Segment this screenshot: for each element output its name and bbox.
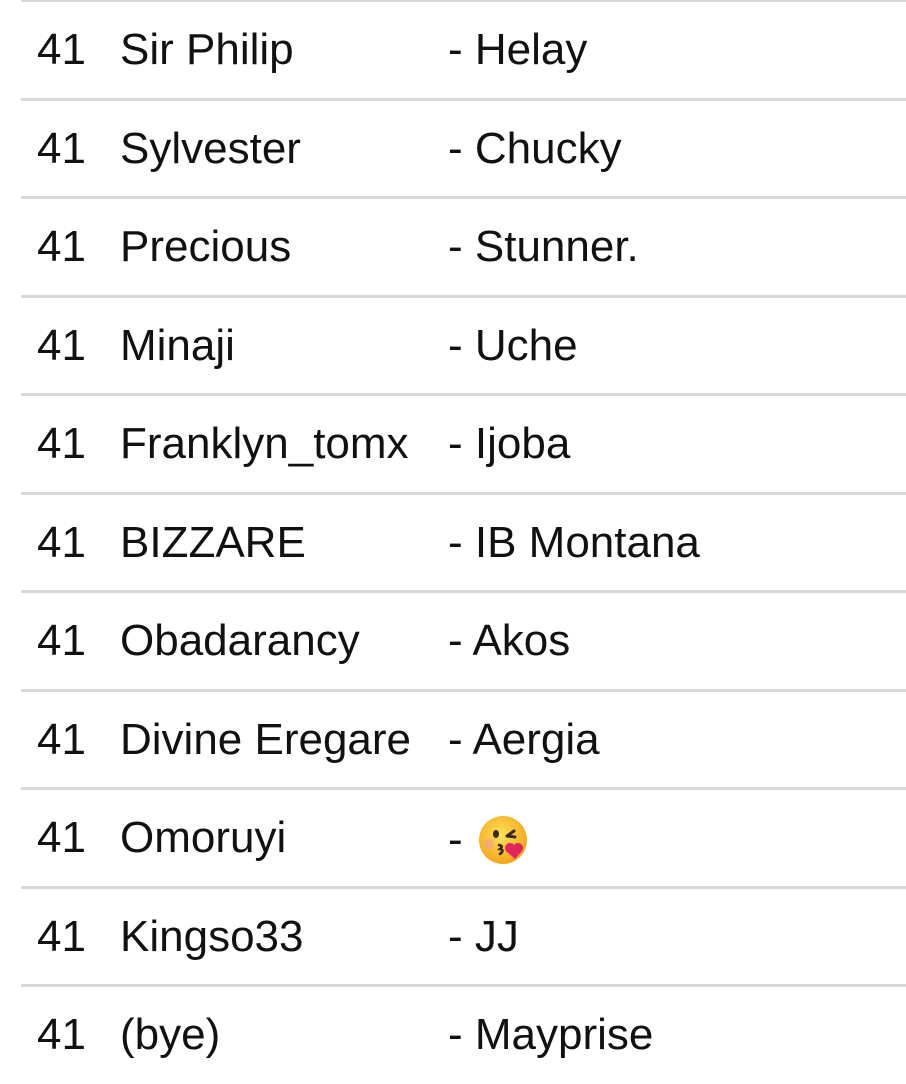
divider (21, 97, 906, 101)
divider (21, 393, 906, 396)
item-name: Sylvester (120, 123, 301, 173)
list-item[interactable]: 41 Minaji - Uche (0, 294, 906, 395)
list-item[interactable]: 41 BIZZARE - IB Montana (0, 491, 906, 592)
item-value: - JJ (448, 911, 519, 961)
list-item[interactable]: 41 Franklyn_tomx - Ijoba (0, 393, 906, 493)
divider (21, 196, 906, 199)
item-value: - Helay (448, 26, 587, 74)
list-item[interactable]: 41 Omoruyi - (0, 787, 906, 887)
item-name: Franklyn_tomx (120, 419, 409, 468)
divider (21, 688, 906, 692)
divider (21, 787, 906, 790)
item-number: 41 (37, 616, 86, 665)
item-name: Sir Philip (120, 25, 294, 74)
item-value-text: - Mayprise (448, 1010, 654, 1059)
item-number: 41 (37, 714, 86, 764)
item-value: - Uche (448, 320, 578, 370)
item-number: 41 (37, 813, 86, 862)
item-number: 41 (37, 222, 86, 271)
item-value: - Aergia (448, 714, 600, 764)
list-item[interactable]: 41 Sylvester - Chucky (0, 97, 906, 198)
item-number: 41 (37, 25, 86, 74)
item-value: - Chucky (448, 123, 622, 173)
divider (21, 885, 906, 889)
list-item[interactable]: 41 Kingso33 - JJ (0, 885, 906, 986)
item-value-text: - Stunner. (448, 222, 639, 271)
item-value-text: - (448, 815, 463, 864)
list-item[interactable]: 41 Sir Philip - Helay (0, 0, 906, 99)
divider (21, 491, 906, 495)
item-number: 41 (37, 1010, 86, 1059)
item-number: 41 (37, 911, 86, 961)
item-value: - (448, 814, 529, 866)
item-name: Minaji (120, 320, 235, 370)
item-value-text: - Uche (448, 320, 578, 370)
list-item[interactable]: 41 (bye) - Mayprise (0, 984, 906, 1084)
item-value-text: - Ijoba (448, 419, 571, 468)
ranking-list: 41 Sir Philip - Helay 41 Sylvester - Chu… (0, 0, 906, 1084)
divider (21, 294, 906, 298)
item-value: - Stunner. (448, 223, 639, 271)
face-blowing-kiss-emoji-icon (477, 814, 529, 866)
divider (21, 590, 906, 593)
item-name: BIZZARE (120, 517, 306, 567)
divider (21, 984, 906, 987)
item-value: - IB Montana (448, 517, 700, 567)
item-name: Divine Eregare (120, 714, 412, 764)
item-value-text: - Aergia (448, 714, 600, 764)
item-name: (bye) (120, 1010, 221, 1059)
list-item[interactable]: 41 Obadarancy - Akos (0, 590, 906, 690)
item-name: Obadarancy (120, 616, 360, 665)
item-value-text: - Chucky (448, 123, 622, 173)
item-number: 41 (37, 517, 86, 567)
item-number: 41 (37, 320, 86, 370)
item-value: - Akos (448, 617, 570, 665)
item-value-text: - Helay (448, 25, 588, 74)
list-item[interactable]: 41 Divine Eregare - Aergia (0, 688, 906, 789)
item-value-text: - JJ (448, 911, 519, 961)
divider (21, 0, 906, 2)
item-number: 41 (37, 419, 86, 468)
item-number: 41 (37, 123, 86, 173)
item-value: - Mayprise (448, 1011, 653, 1059)
item-value: - Ijoba (448, 420, 570, 468)
item-name: Precious (120, 222, 292, 271)
item-name: Kingso33 (120, 911, 304, 961)
item-value-text: - IB Montana (448, 517, 700, 567)
item-value-text: - Akos (448, 616, 571, 665)
list-item[interactable]: 41 Precious - Stunner. (0, 196, 906, 296)
item-name: Omoruyi (120, 813, 287, 862)
